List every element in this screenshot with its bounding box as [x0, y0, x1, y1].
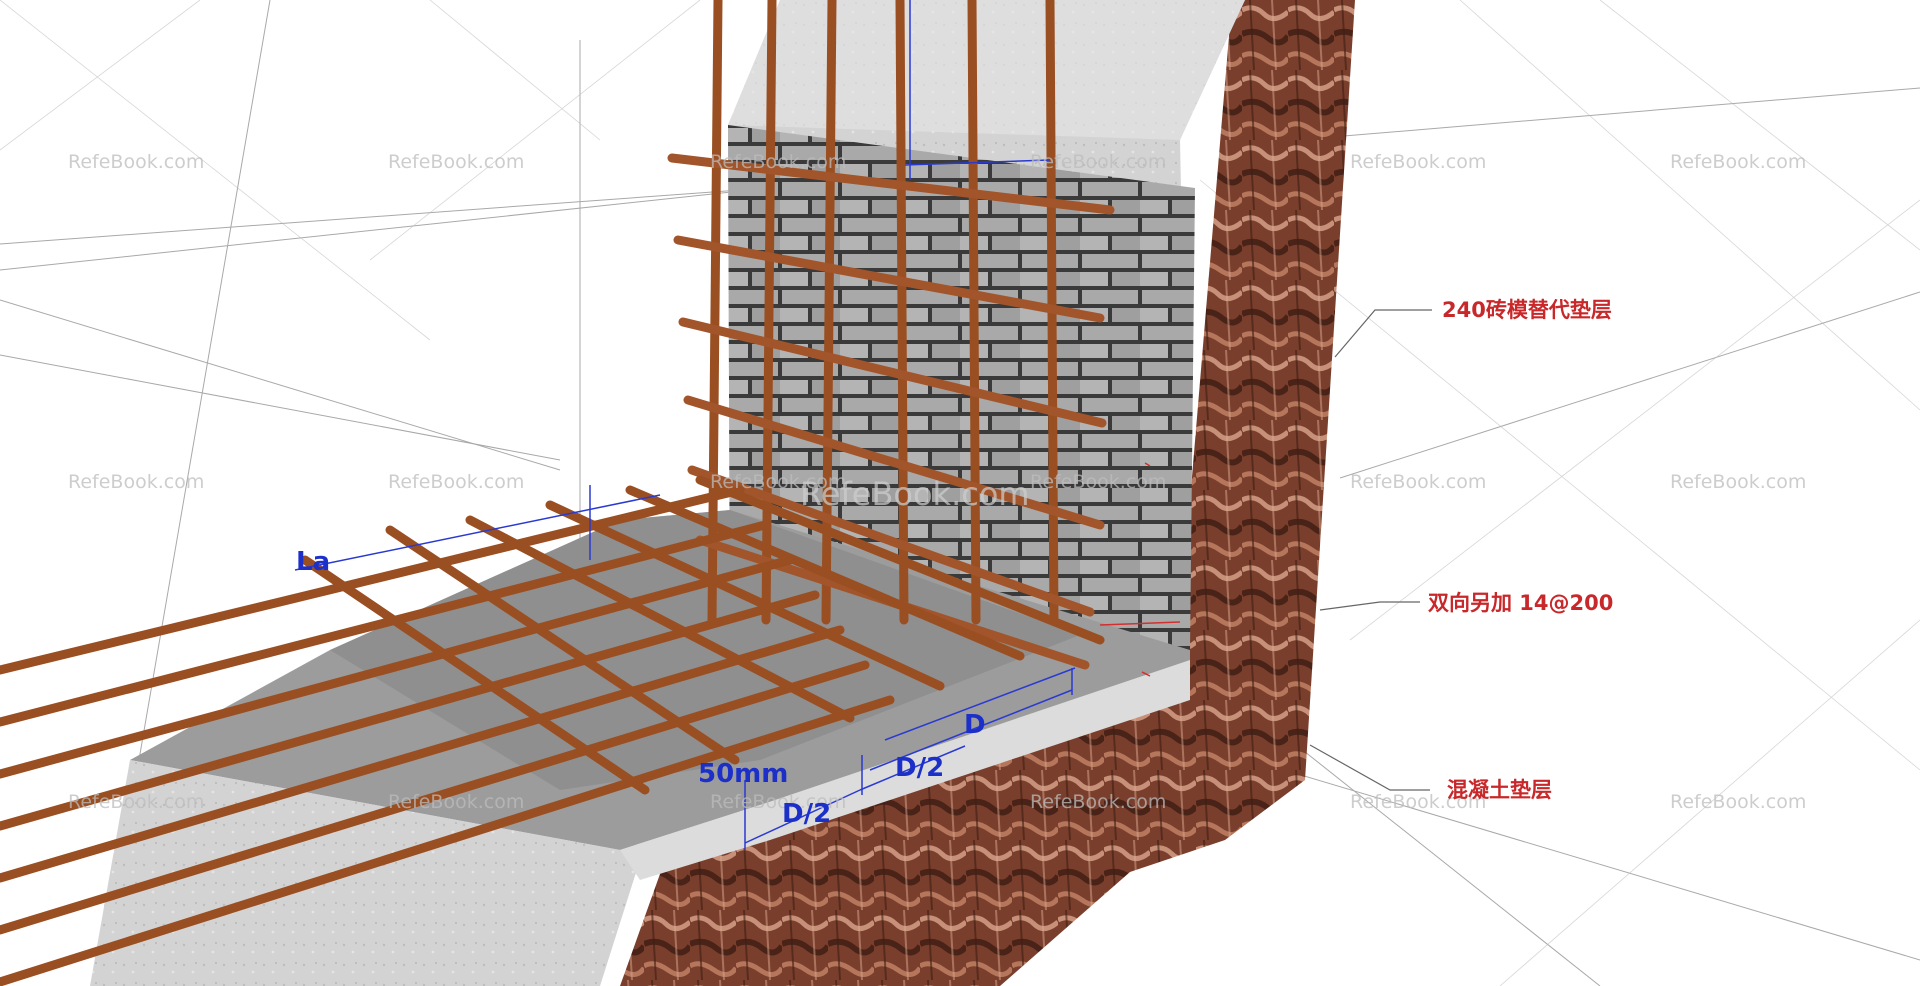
dim-la: La	[296, 547, 330, 577]
watermark-18: RefeBook.com	[1670, 791, 1806, 813]
foundation-rebar-diagram: RefeBook.com RefeBook.com RefeBook.com R…	[0, 0, 1920, 986]
dim-d-half-a: D/2	[895, 753, 944, 783]
label-brick-mold: 240砖模替代垫层	[1442, 298, 1612, 322]
watermark-13: RefeBook.com	[68, 791, 204, 813]
watermark-2: RefeBook.com	[388, 151, 524, 173]
dim-d-half-b: D/2	[782, 799, 831, 829]
dim-50mm: 50mm	[698, 759, 788, 789]
watermark-16: RefeBook.com	[1030, 791, 1166, 813]
watermark-5: RefeBook.com	[1350, 151, 1486, 173]
watermark-8: RefeBook.com	[388, 471, 524, 493]
label-extra-bars: 双向另加 14@200	[1428, 591, 1613, 615]
vertical-rebar	[967, 0, 981, 625]
watermark-4: RefeBook.com	[1030, 151, 1166, 173]
dim-d: D	[964, 710, 986, 740]
vertical-rebar	[895, 0, 909, 625]
watermark-11: RefeBook.com	[1350, 471, 1486, 493]
watermark-center: RefeBook.com	[800, 475, 1030, 513]
watermark-14: RefeBook.com	[388, 791, 524, 813]
watermark-7: RefeBook.com	[68, 471, 204, 493]
label-concrete-bed: 混凝土垫层	[1447, 778, 1552, 802]
watermark-3: RefeBook.com	[710, 151, 846, 173]
watermark-1: RefeBook.com	[68, 151, 204, 173]
watermark-10: RefeBook.com	[1030, 471, 1166, 493]
watermark-6: RefeBook.com	[1670, 151, 1806, 173]
watermark-12: RefeBook.com	[1670, 471, 1806, 493]
